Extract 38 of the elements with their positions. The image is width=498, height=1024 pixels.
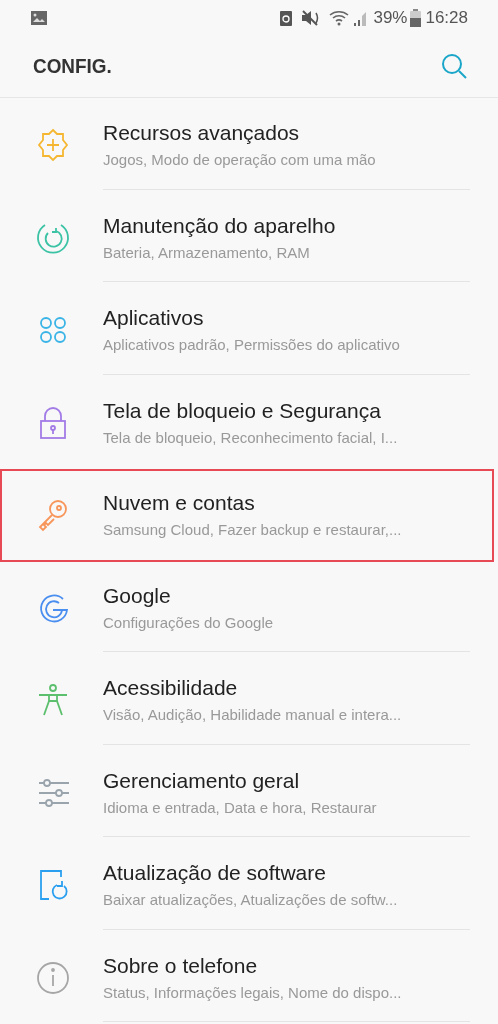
settings-item[interactable]: Recursos avançados Jogos, Modo de operação com uma mão	[0, 99, 494, 192]
item-subtitle: Baixar atualizações, Atualizações de softw...	[103, 891, 398, 909]
settings-item[interactable]: Gerenciamento geral Idioma e entrada, Data e hora, Restaurar	[0, 746, 494, 839]
item-subtitle: Tela de bloqueio, Reconhecimento facial, I...	[103, 428, 398, 446]
item-subtitle: Status, Informações legais, Nome do dispo...	[103, 983, 402, 1001]
item-subtitle: Jogos, Modo de operação com uma mão	[103, 151, 376, 169]
item-title: Gerenciamento geral	[103, 768, 300, 793]
settings-item[interactable]: Atualização de software Baixar atualizações, Atualizações de softw...	[0, 839, 494, 932]
item-subtitle: Visão, Audição, Habilidade manual e intera...	[103, 706, 402, 724]
item-subtitle: Samsung Cloud, Fazer backup e restaurar,...	[103, 521, 402, 539]
battery-percent: 39%	[373, 7, 408, 28]
search-button[interactable]	[440, 52, 468, 81]
settings-item[interactable]: Tela de bloqueio e Segurança Tela de bloqueio, Reconhecimento facial, I...	[0, 376, 494, 469]
item-subtitle: Bateria, Armazenamento, RAM	[103, 243, 310, 261]
item-title: Nuvem e contas	[103, 491, 255, 516]
settings-item[interactable]: Google Configurações do Google	[0, 561, 494, 654]
settings-item[interactable]: Nuvem e contas Samsung Cloud, Fazer backup e restaurar,...	[0, 469, 494, 562]
battery-icon	[410, 8, 422, 27]
item-title: Sobre o telefone	[103, 953, 258, 978]
settings-item[interactable]: Aplicativos Aplicativos padrão, Permissões do aplicativo	[0, 284, 494, 377]
item-title: Manutenção do aparelho	[103, 213, 336, 238]
item-subtitle: Configurações do Google	[103, 613, 274, 631]
battery-saver-icon	[279, 8, 294, 27]
search-icon	[440, 52, 468, 81]
image-icon	[30, 9, 48, 26]
page-title: CONFIG.	[33, 54, 112, 79]
settings-item[interactable]: Acessibilidade Visão, Audição, Habilidade manual e intera...	[0, 654, 494, 747]
item-title: Aplicativos	[103, 306, 204, 331]
item-subtitle: Aplicativos padrão, Permissões do aplicativo	[103, 336, 400, 354]
item-title: Acessibilidade	[103, 676, 238, 701]
settings-item[interactable]: Manutenção do aparelho Bateria, Armazenamento, RAM	[0, 191, 494, 284]
settings-item[interactable]: Sobre o telefone Status, Informações legais, Nome do dispo...	[0, 931, 494, 1024]
item-title: Atualização de software	[103, 861, 326, 886]
item-title: Tela de bloqueio e Segurança	[103, 398, 381, 423]
item-title: Google	[103, 583, 171, 608]
item-subtitle: Idioma e entrada, Data e hora, Restaurar	[103, 798, 377, 816]
clock-time: 16:28	[425, 7, 468, 28]
item-title: Recursos avançados	[103, 121, 300, 146]
